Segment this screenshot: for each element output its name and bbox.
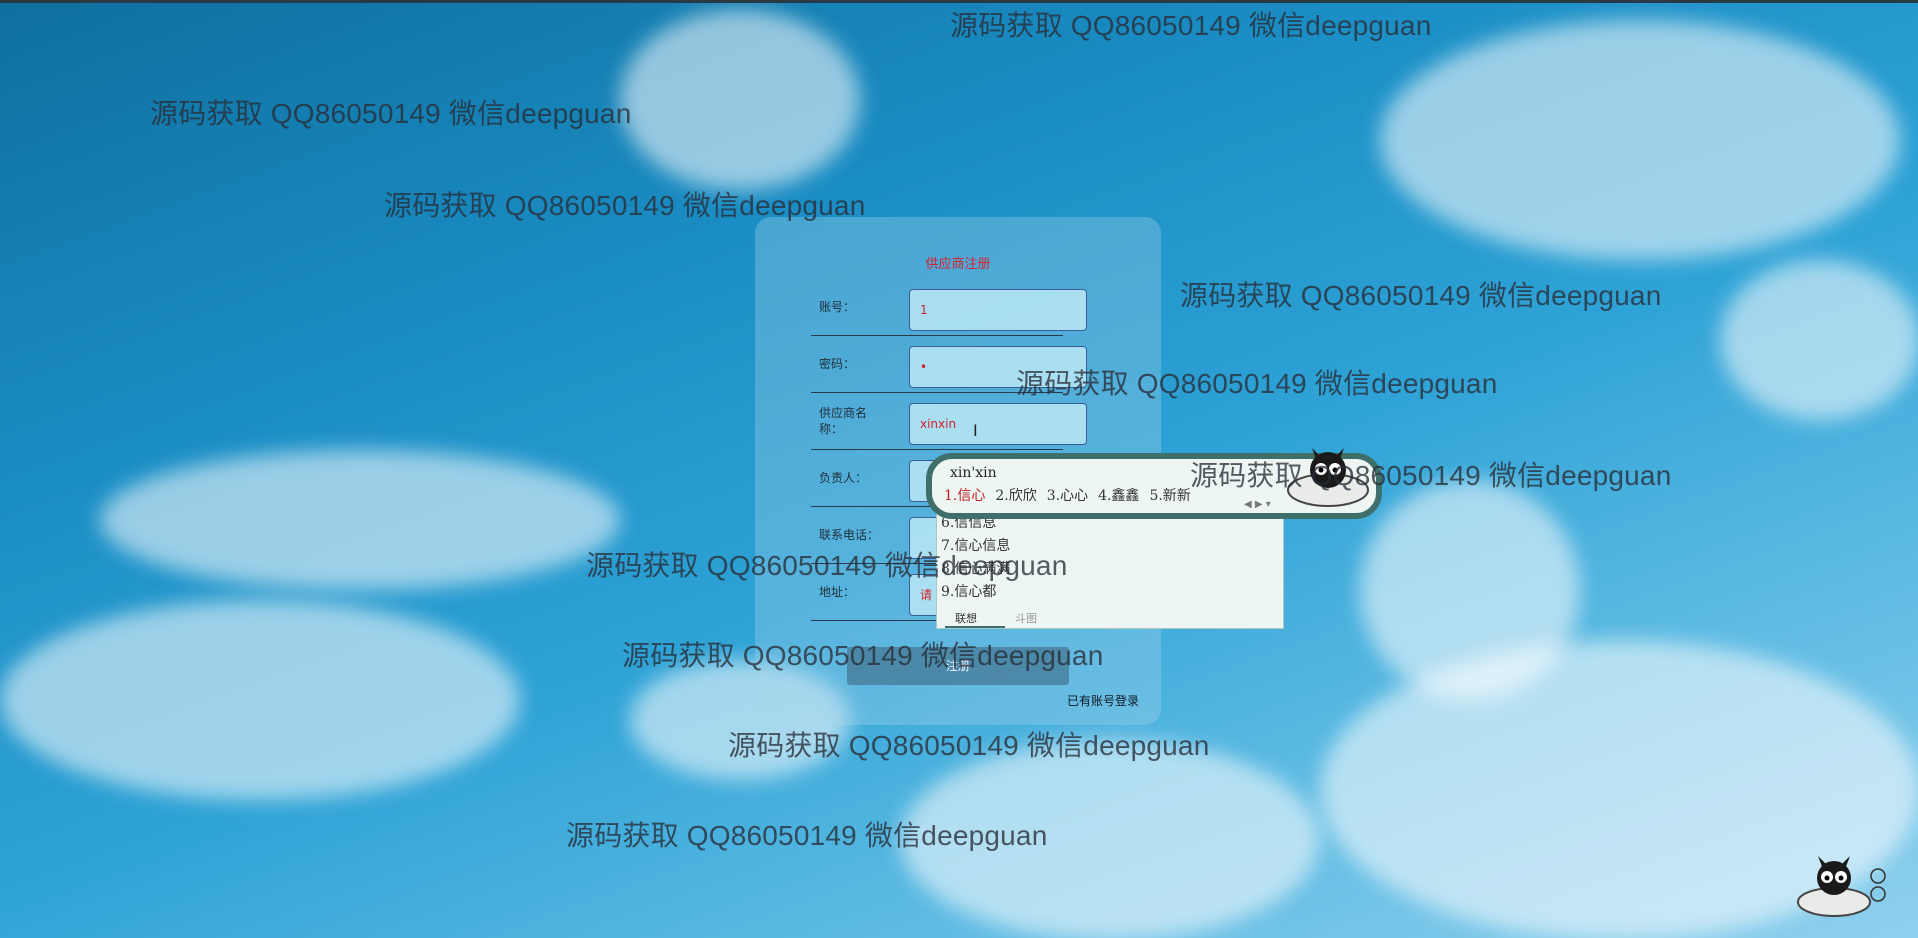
address-label: 地址：	[819, 585, 856, 599]
text-cursor-icon: I	[973, 421, 978, 440]
ime-candidate[interactable]: 4.鑫鑫	[1098, 488, 1139, 504]
login-link[interactable]: 已有账号登录	[1067, 692, 1139, 709]
ime-candidates: 1.信心 2.欣欣 3.心心 4.鑫鑫 5.新新	[944, 485, 1201, 505]
supplier-name-label: 供应商名称：	[819, 406, 868, 436]
watermark: 源码获取 QQ86050149 微信deepguan	[150, 98, 632, 129]
ime-page-arrows-icon[interactable]: ◀ ▶ ▾	[1244, 499, 1271, 510]
ime-candidate[interactable]: 5.新新	[1149, 488, 1190, 504]
ime-tab-underline	[945, 626, 1005, 628]
ime-tab-lianxiang[interactable]: 联想	[955, 610, 977, 626]
watermark: 源码获取 QQ86050149 微信deepguan	[586, 550, 1068, 581]
ime-pinyin: xin'xin	[950, 465, 997, 481]
watermark: 源码获取 QQ86050149 微信deepguan	[384, 190, 866, 221]
ime-more-candidate[interactable]: 9.信心都	[941, 581, 996, 601]
top-border	[0, 0, 1918, 3]
watermark: 源码获取 QQ86050149 微信deepguan	[566, 820, 1048, 851]
watermark: 源码获取 QQ86050149 微信deepguan	[1180, 280, 1662, 311]
watermark: 源码获取 QQ86050149 微信deepguan	[622, 640, 1104, 671]
watermark: 源码获取 QQ86050149 微信deepguan	[728, 730, 1210, 761]
account-input[interactable]: 1	[909, 289, 1087, 331]
ime-candidate[interactable]: 1.信心	[944, 488, 985, 504]
field-row-account: 账号： 1	[811, 279, 1087, 336]
ime-tab-doutu[interactable]: 斗图	[1015, 610, 1037, 626]
contact-person-label: 负责人：	[819, 471, 868, 485]
supplier-name-input[interactable]: xinxin	[909, 403, 1087, 445]
ime-candidate[interactable]: 3.心心	[1047, 488, 1088, 504]
account-label: 账号：	[819, 300, 856, 314]
watermark: 源码获取 QQ86050149 微信deepguan	[1016, 368, 1498, 399]
form-title: 供应商注册	[925, 257, 991, 272]
watermark: 源码获取 QQ86050149 微信deepguan	[950, 10, 1432, 41]
corner-mascot-icon	[1797, 856, 1886, 917]
password-label: 密码：	[819, 357, 856, 371]
ime-candidate[interactable]: 2.欣欣	[995, 488, 1036, 504]
phone-label: 联系电话：	[819, 528, 880, 542]
watermark: 源码获取 QQ86050149 微信deepguan	[1190, 460, 1672, 491]
